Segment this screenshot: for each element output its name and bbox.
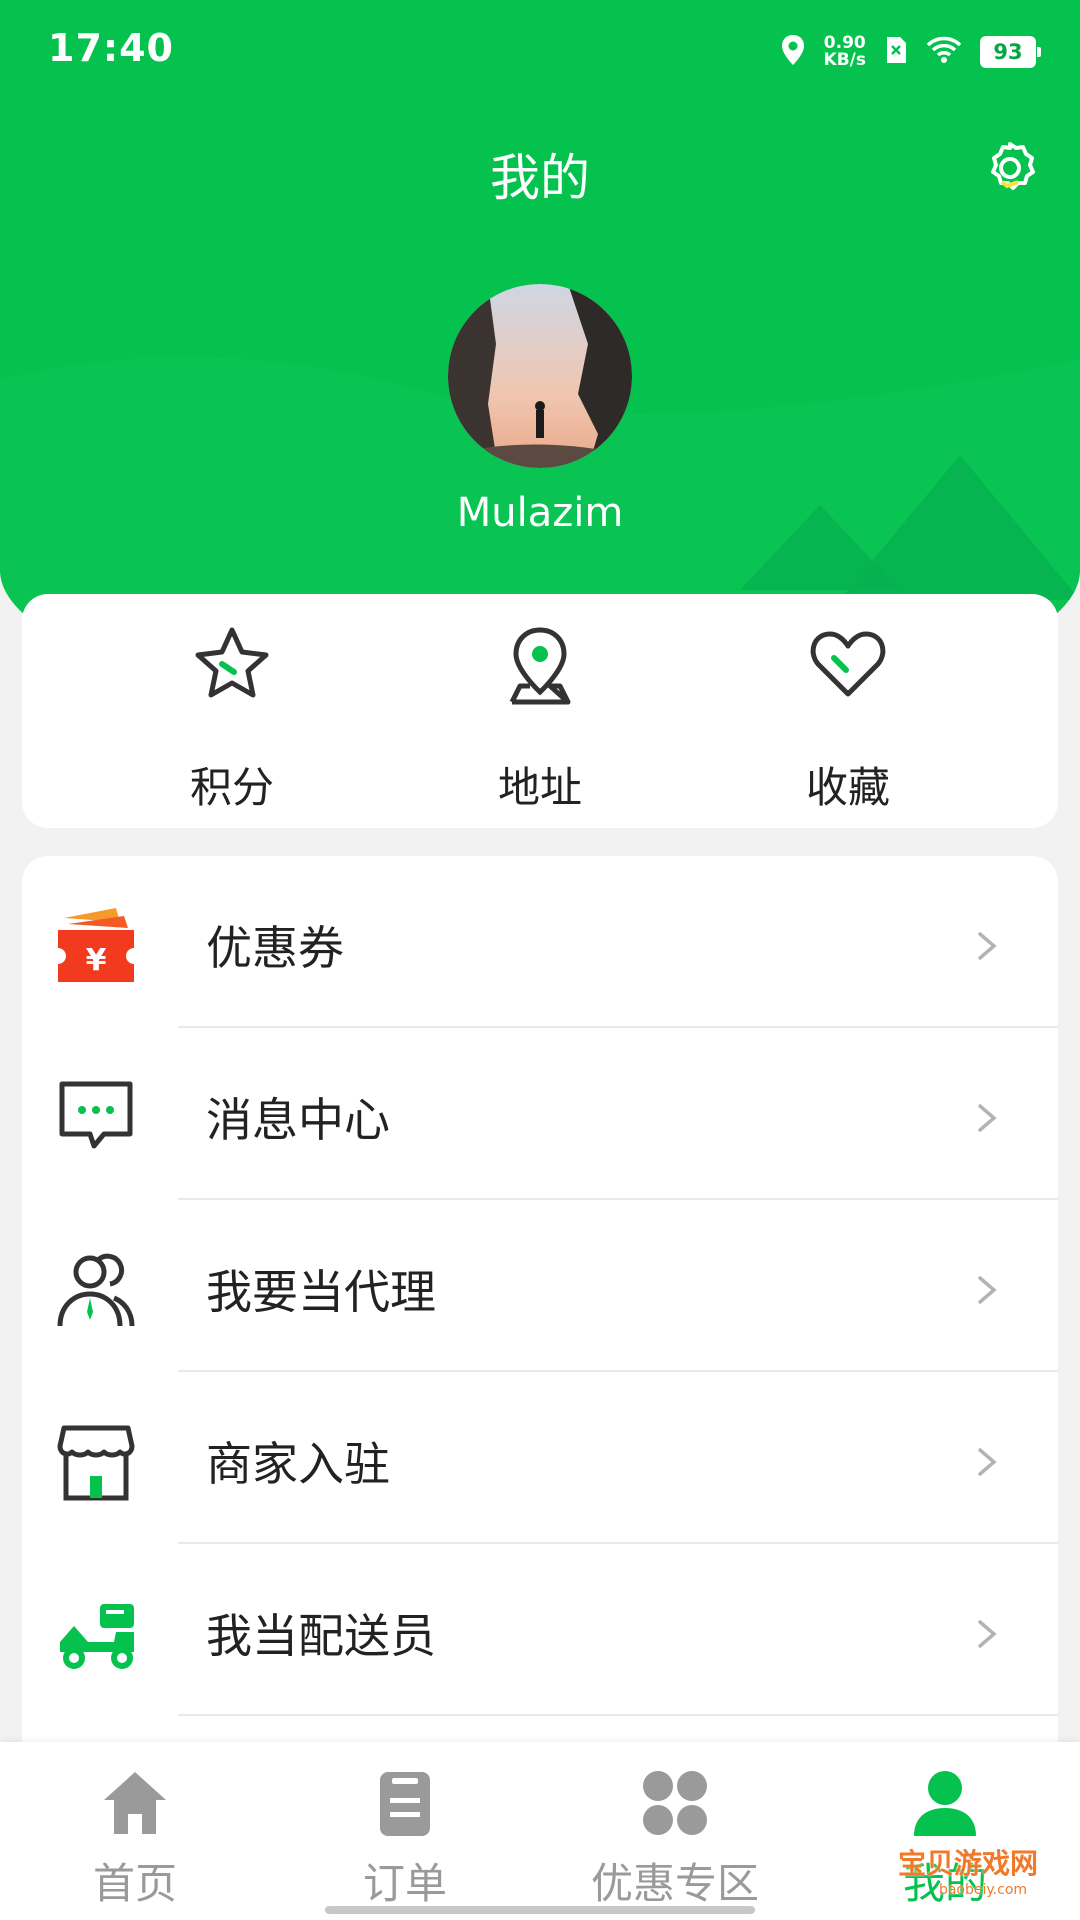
watermark-text: 宝贝游戏网 (898, 1847, 1039, 1880)
tab-label: 优惠专区 (590, 1859, 759, 1908)
chevron-right-icon (978, 1620, 997, 1648)
tab-deals[interactable]: 优惠专区 (540, 1742, 810, 1920)
order-icon (380, 1772, 430, 1836)
quick-action-label: 地址 (497, 763, 582, 812)
store-icon (57, 1425, 135, 1501)
watermark: 宝贝游戏网 baobeiy.com (898, 1842, 1068, 1902)
status-icons: 0.90 KB/s 93 (780, 30, 1041, 74)
menu-item-coupons[interactable]: ¥ 优惠券 (22, 856, 1058, 1028)
profile-icon (914, 1771, 976, 1836)
delivery-scooter-icon (60, 1604, 134, 1669)
deals-grid-icon (643, 1771, 707, 1835)
quick-action-label: 收藏 (805, 763, 890, 812)
chevron-right-icon (978, 932, 997, 960)
menu-item-courier[interactable]: 我当配送员 (22, 1544, 1058, 1716)
home-icon (104, 1772, 166, 1834)
status-time: 17:40 (48, 26, 174, 70)
agent-icon (57, 1253, 135, 1327)
menu-item-label: 我当配送员 (206, 1609, 436, 1663)
watermark-sub: baobeiy.com (938, 1882, 1028, 1898)
menu-list: ¥ 优惠券 消息中心 我要当代理 商家入驻 我当配送员 (22, 856, 1058, 1756)
network-speed: 0.90 KB/s (824, 35, 866, 69)
sim-off-icon (884, 35, 908, 69)
location-icon (780, 33, 806, 71)
menu-item-messages[interactable]: 消息中心 (22, 1028, 1058, 1200)
status-bar: 17:40 0.90 KB/s 93 (0, 0, 1080, 100)
gear-icon[interactable] (980, 138, 1040, 198)
quick-action-favorites[interactable]: 收藏 (718, 594, 978, 828)
message-icon (59, 1081, 133, 1149)
home-indicator (325, 1906, 755, 1914)
tab-label: 首页 (92, 1859, 177, 1908)
page-title: 我的 (490, 149, 590, 207)
avatar[interactable] (448, 284, 632, 468)
location-pin-icon (509, 627, 571, 705)
menu-item-label: 优惠券 (206, 921, 344, 975)
chevron-right-icon (978, 1276, 997, 1304)
divider (178, 1714, 1058, 1716)
star-icon (195, 627, 269, 698)
menu-item-label: 我要当代理 (206, 1265, 436, 1319)
wifi-icon (926, 36, 962, 68)
menu-item-label: 商家入驻 (206, 1437, 390, 1491)
menu-item-merchant[interactable]: 商家入驻 (22, 1372, 1058, 1544)
chevron-right-icon (978, 1104, 997, 1132)
heart-icon (810, 631, 886, 697)
username: Mulazim (456, 490, 624, 536)
quick-actions-card: 积分 地址 收藏 (22, 594, 1058, 828)
tab-home[interactable]: 首页 (0, 1742, 270, 1920)
quick-action-points[interactable]: 积分 (102, 594, 362, 828)
menu-item-agent[interactable]: 我要当代理 (22, 1200, 1058, 1372)
chevron-right-icon (978, 1448, 997, 1476)
svg-text:¥: ¥ (86, 943, 107, 978)
quick-action-address[interactable]: 地址 (410, 594, 670, 828)
menu-item-label: 消息中心 (206, 1093, 390, 1147)
network-speed-unit: KB/s (823, 50, 866, 70)
tab-orders[interactable]: 订单 (270, 1742, 540, 1920)
tab-label: 订单 (362, 1859, 447, 1908)
quick-action-label: 积分 (189, 763, 274, 812)
coupon-icon: ¥ (58, 908, 134, 982)
battery-indicator: 93 (980, 36, 1041, 68)
